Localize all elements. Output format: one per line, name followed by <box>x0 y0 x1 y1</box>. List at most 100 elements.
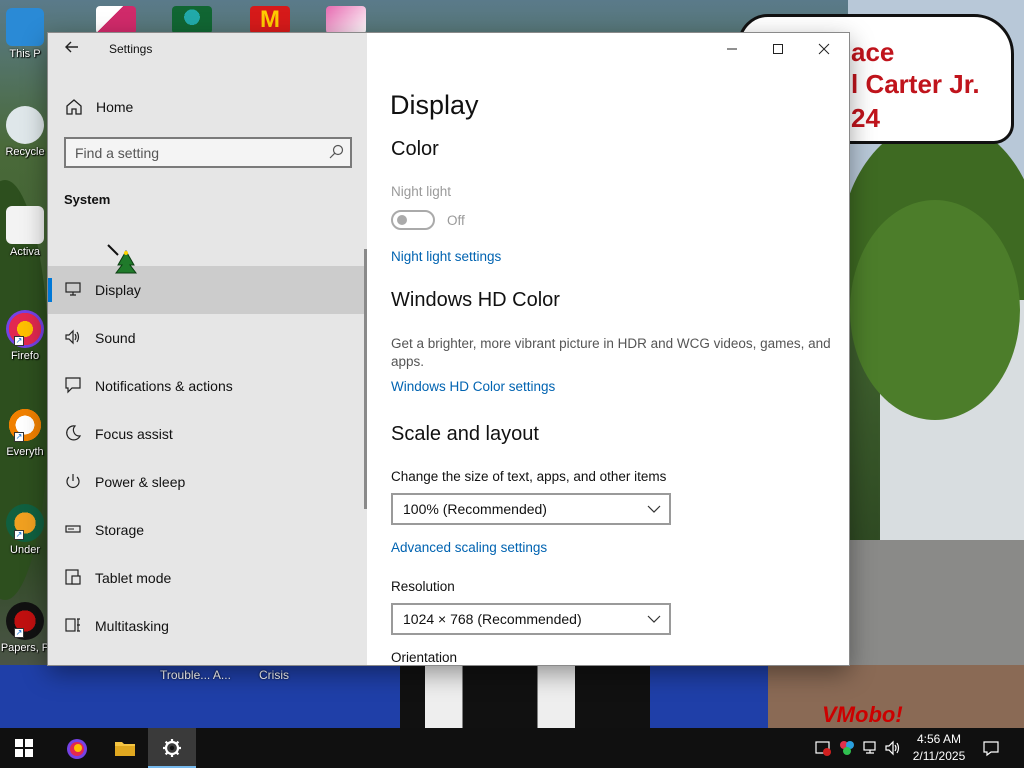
taskbar-settings[interactable] <box>148 728 196 768</box>
night-light-toggle[interactable] <box>391 210 435 230</box>
window-title: Settings <box>109 42 153 56</box>
maximize-button[interactable] <box>755 33 801 65</box>
settings-content: Display Color Night light Off Night ligh… <box>367 33 849 665</box>
sidebar-item-label: Tablet mode <box>95 570 172 586</box>
desktop-icon-top[interactable] <box>326 6 366 34</box>
desktop-icon-top[interactable] <box>172 6 212 34</box>
home-label: Home <box>96 99 134 115</box>
taskbar-firefox[interactable] <box>52 728 100 768</box>
close-button[interactable] <box>801 33 847 65</box>
sidebar-item-power-sleep[interactable]: Power & sleep <box>48 458 367 506</box>
desktop-icon-label: Firefo <box>10 350 40 362</box>
sidebar-item-label: Power & sleep <box>95 474 186 490</box>
selection-indicator <box>48 278 52 302</box>
desktop-icon-label: Papers, P <box>0 642 50 654</box>
shortcut-arrow-icon: ↗ <box>14 432 24 442</box>
scale-dropdown[interactable]: 100% (Recommended) <box>391 493 671 525</box>
night-light-settings-link[interactable]: Night light settings <box>391 249 501 264</box>
sidebar-item-display[interactable]: Display <box>48 266 367 314</box>
wallpaper-pavement <box>848 540 1024 670</box>
desktop-icon-label: Under <box>10 544 40 556</box>
desktop-icon-undertale[interactable]: ↗ Under <box>0 504 50 556</box>
multitasking-icon <box>65 618 80 632</box>
shortcut-arrow-icon: ↗ <box>14 530 24 540</box>
document-icon <box>6 206 44 244</box>
watermark-logo: VMobo! <box>822 702 903 727</box>
clock-time: 4:56 AM <box>916 732 962 746</box>
sidebar-item-shared-experiences[interactable]: Shared experiences <box>48 650 367 665</box>
speaker-icon <box>65 329 80 345</box>
desktop-icon-everything[interactable]: ↗ Everyth <box>0 406 50 458</box>
taskbar: 4:56 AM 2/11/2025 <box>0 728 1024 768</box>
hd-color-settings-link[interactable]: Windows HD Color settings <box>391 379 555 394</box>
mcdonalds-icon[interactable]: M <box>250 6 290 34</box>
desktop-icon-label[interactable]: Crisis <box>259 668 289 682</box>
desktop-icon-label: Activa <box>10 246 40 258</box>
desktop-icon-label: This P <box>9 48 41 60</box>
security-alert-icon[interactable] <box>814 739 832 757</box>
moon-icon <box>66 425 82 441</box>
desktop-icon-label: Everyth <box>6 446 44 458</box>
firefox-icon <box>67 739 87 759</box>
orientation-label: Orientation <box>391 650 458 665</box>
home-icon <box>66 99 82 115</box>
papers-please-icon <box>6 602 44 640</box>
minimize-button[interactable] <box>709 33 755 65</box>
volume-icon[interactable] <box>884 739 902 757</box>
search-box[interactable] <box>64 137 352 168</box>
night-light-label: Night light <box>391 184 452 199</box>
network-app-icon[interactable] <box>838 739 856 757</box>
search-icon <box>329 144 344 159</box>
sidebar-item-notifications-actions[interactable]: Notifications & actions <box>48 362 367 410</box>
network-icon[interactable] <box>862 739 880 757</box>
wallpaper-text: ace <box>851 37 895 67</box>
wallpaper-text: l Carter Jr. <box>851 69 980 99</box>
taskbar-file-explorer[interactable] <box>100 728 148 768</box>
computer-icon <box>6 8 44 46</box>
wallpaper-strip <box>0 665 768 728</box>
wallpaper-figure <box>400 665 650 728</box>
start-button[interactable] <box>0 728 48 768</box>
taskbar-clock[interactable]: 4:56 AM 2/11/2025 <box>904 731 974 765</box>
sidebar-item-label: Focus assist <box>95 426 173 442</box>
windows-logo-icon <box>15 739 33 757</box>
toggle-knob <box>397 215 407 225</box>
chevron-down-icon <box>647 615 661 623</box>
monitor-icon <box>65 282 81 296</box>
scale-layout-heading: Scale and layout <box>391 423 539 445</box>
minimize-icon <box>727 48 737 50</box>
sidebar-item-multitasking[interactable]: Multitasking <box>48 602 367 650</box>
desktop-icon-label[interactable]: Trouble... A... <box>160 668 231 682</box>
everything-search-icon <box>6 406 44 444</box>
sidebar-item-storage[interactable]: Storage <box>48 506 367 554</box>
recycle-bin-icon <box>6 106 44 144</box>
desktop-icon-this-pc[interactable]: This P <box>0 8 50 60</box>
folder-icon <box>115 742 135 756</box>
scale-dropdown-value: 100% (Recommended) <box>403 501 547 517</box>
color-heading: Color <box>391 138 439 160</box>
desktop-icon-papers-please[interactable]: ↗ Papers, P <box>0 602 50 654</box>
desktop-icon-recycle-bin[interactable]: Recycle <box>0 106 50 158</box>
sidebar-item-label: Multitasking <box>95 618 169 634</box>
desktop-icon-activate[interactable]: Activa <box>0 206 50 258</box>
advanced-scaling-link[interactable]: Advanced scaling settings <box>391 540 547 555</box>
search-input[interactable] <box>75 145 315 161</box>
sidebar-item-label: Display <box>95 282 141 298</box>
sidebar-item-label: Storage <box>95 522 145 538</box>
sidebar-item-focus-assist[interactable]: Focus assist <box>48 410 367 458</box>
resolution-label: Resolution <box>391 579 455 594</box>
desktop-icon-top[interactable] <box>96 6 136 34</box>
desktop-icon-firefox[interactable]: ↗ Firefo <box>0 310 50 362</box>
section-label: System <box>64 192 111 207</box>
settings-sidebar: Settings Home System Display Sound Notific… <box>48 33 367 665</box>
storage-icon <box>65 525 81 533</box>
action-center-icon[interactable] <box>982 739 1000 757</box>
power-icon <box>66 474 80 488</box>
home-nav-item[interactable]: Home <box>48 91 367 123</box>
wallpaper-tree <box>850 200 1020 420</box>
resolution-dropdown[interactable]: 1024 × 768 (Recommended) <box>391 603 671 635</box>
sidebar-item-sound[interactable]: Sound <box>48 314 367 362</box>
back-button[interactable] <box>62 39 82 59</box>
back-arrow-icon <box>65 41 78 53</box>
sidebar-item-tablet-mode[interactable]: Tablet mode <box>48 554 367 602</box>
